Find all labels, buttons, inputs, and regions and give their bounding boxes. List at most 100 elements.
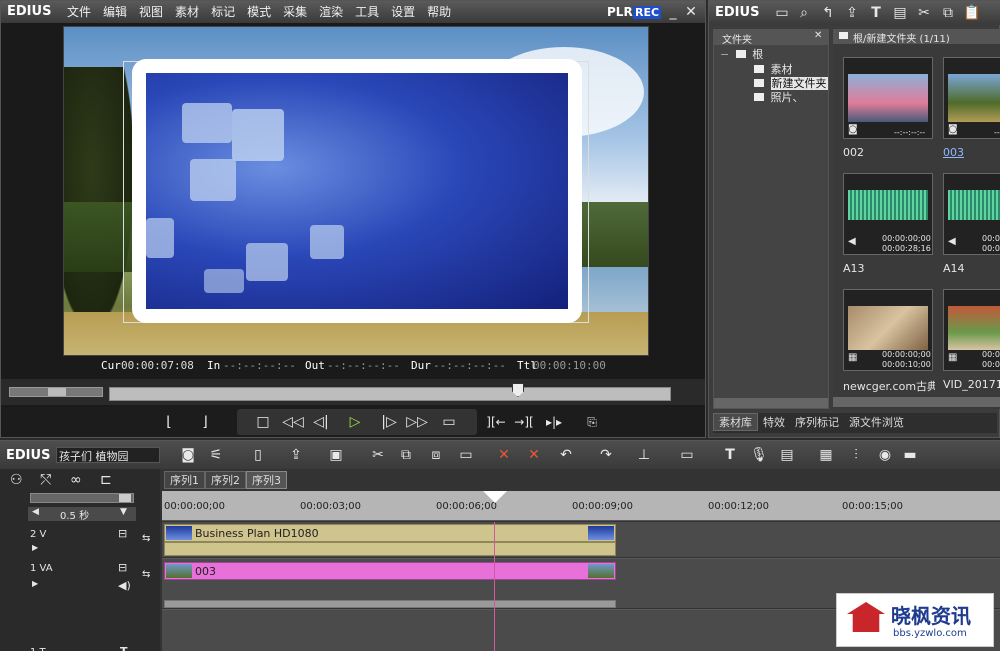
new-icon[interactable]: ▯ xyxy=(248,446,268,464)
title-icon[interactable]: T xyxy=(720,446,740,464)
colorbar-icon[interactable]: ▤ xyxy=(891,4,909,22)
loop-icon[interactable]: ▭ xyxy=(439,412,459,432)
mixer-icon[interactable]: ⚟ xyxy=(206,446,226,464)
camera-icon[interactable]: ◙ xyxy=(178,446,198,464)
mode-icon[interactable]: ⚇ xyxy=(10,472,23,488)
track-1va-speaker-icon[interactable]: ◀) xyxy=(118,579,131,592)
jog-handle[interactable] xyxy=(48,388,66,396)
clip-thumb[interactable]: ▦ 00:00:00;00 00:00:10;00 xyxy=(843,289,933,371)
zoom-handle[interactable] xyxy=(119,494,131,502)
ripple-icon[interactable]: ⊏ xyxy=(100,472,112,488)
copy-icon[interactable]: ⧉ xyxy=(939,4,957,22)
track-2v-sync-icon[interactable]: ⇆ xyxy=(142,533,150,544)
folder-close-icon[interactable]: ✕ xyxy=(814,30,822,41)
paste-icon[interactable]: ⧈ xyxy=(426,446,446,464)
tab-sequence-2[interactable]: 序列2 xyxy=(205,471,246,489)
cut-icon[interactable]: ✂ xyxy=(368,446,388,464)
clip-business-plan[interactable]: Business Plan HD1080 xyxy=(164,524,616,542)
play-icon[interactable]: ▷ xyxy=(345,412,365,432)
rewind-icon[interactable]: ◁◁ xyxy=(281,412,305,432)
scale-dropdown-icon[interactable]: ▼ xyxy=(120,507,127,517)
tab-sequence-markers[interactable]: 序列标记 xyxy=(790,414,844,432)
menu-mode[interactable]: 模式 xyxy=(241,1,277,23)
set-in-icon[interactable]: ⌊ xyxy=(159,413,179,431)
tab-sequence-1[interactable]: 序列1 xyxy=(164,471,205,489)
undo-icon[interactable]: ↶ xyxy=(556,446,576,464)
clip-thumb[interactable]: ◙ --:--:--:-- xyxy=(943,57,1000,139)
tab-sequence-3[interactable]: 序列3 xyxy=(246,471,287,489)
render-icon[interactable]: ▦ xyxy=(816,446,836,464)
menu-file[interactable]: 文件 xyxy=(61,1,97,23)
menu-render[interactable]: 渲染 xyxy=(313,1,349,23)
fast-forward-icon[interactable]: ▷▷ xyxy=(405,412,429,432)
collapse-icon[interactable]: − xyxy=(720,48,729,61)
track-1va-lock-icon[interactable]: ⊟ xyxy=(118,561,127,574)
menu-capture[interactable]: 采集 xyxy=(277,1,313,23)
export-icon[interactable]: ⎘ xyxy=(581,412,603,432)
link-icon[interactable]: ∞ xyxy=(70,472,82,488)
clip-scrollbar[interactable] xyxy=(833,397,1000,407)
paste-icon[interactable]: 📋 xyxy=(963,4,981,22)
ripple-delete-icon[interactable]: ✕ xyxy=(524,446,544,464)
track-2v-lock-icon[interactable]: ⊟ xyxy=(118,527,127,540)
search-icon[interactable]: ⌕ xyxy=(795,4,813,22)
redo-icon[interactable]: ↷ xyxy=(596,446,616,464)
mic-icon[interactable]: 🎙 xyxy=(750,446,768,464)
export-icon[interactable]: ▤ xyxy=(776,446,798,464)
menu-view[interactable]: 视图 xyxy=(133,1,169,23)
track-1va-expand-icon[interactable]: ▶ xyxy=(32,579,38,588)
track-2v-expand-icon[interactable]: ▶ xyxy=(32,543,38,552)
delete-icon[interactable]: ✕ xyxy=(494,446,514,464)
up-folder-icon[interactable]: ↰ xyxy=(819,4,837,22)
sync-icon[interactable]: ⤲ xyxy=(40,472,51,488)
clip-thumb[interactable]: ◙ --:--:--:-- xyxy=(843,57,933,139)
clip-003[interactable]: 003 xyxy=(164,562,616,580)
scale-left-icon[interactable]: ◀ xyxy=(32,507,39,517)
set-out-icon[interactable]: ⌋ xyxy=(195,413,215,431)
clip-thumb[interactable]: ◀ 00:00:00;00 00:00: xyxy=(943,173,1000,255)
tree-item-root[interactable]: − 根 xyxy=(720,46,763,62)
clip-003-audio[interactable] xyxy=(164,600,616,608)
layout-icon[interactable]: ▬ xyxy=(900,446,920,464)
title-icon[interactable]: T xyxy=(867,4,885,22)
track-1va-sync-icon[interactable]: ⇆ xyxy=(142,569,150,580)
stop-icon[interactable]: □ xyxy=(253,412,273,432)
tree-scrollbar[interactable] xyxy=(714,398,828,408)
tab-source-browser[interactable]: 源文件浏览 xyxy=(844,414,909,432)
transition-icon[interactable]: ▭ xyxy=(676,446,698,464)
insert-icon[interactable]: ][← xyxy=(485,412,507,432)
video-preview[interactable] xyxy=(63,26,649,356)
step-back-icon[interactable]: ◁| xyxy=(311,412,331,432)
rec-toggle[interactable]: REC xyxy=(633,6,662,19)
clip-thumb[interactable]: ◀ 00:00:00;00 00:00:28;16 xyxy=(843,173,933,255)
menu-settings[interactable]: 设置 xyxy=(385,1,421,23)
replace-icon[interactable]: ▭ xyxy=(456,446,476,464)
import-icon[interactable]: ⇪ xyxy=(843,4,861,22)
overwrite-icon[interactable]: →][ xyxy=(513,412,535,432)
tab-bin[interactable]: 素材库 xyxy=(713,413,758,431)
audio-mixer-icon[interactable]: ⫶ xyxy=(846,446,866,464)
minimize-icon[interactable]: _ xyxy=(665,3,681,21)
trim-icon[interactable]: ▸|▸ xyxy=(543,412,565,432)
open-icon[interactable]: ⇪ xyxy=(286,446,306,464)
save-icon[interactable]: ▣ xyxy=(326,446,346,464)
zoom-slider[interactable] xyxy=(30,493,134,503)
color-icon[interactable]: ◉ xyxy=(876,446,894,464)
menu-marker[interactable]: 标记 xyxy=(205,1,241,23)
clip-thumb[interactable]: ▦ 00:00:00;00 00:00: xyxy=(943,289,1000,371)
menu-tools[interactable]: 工具 xyxy=(349,1,385,23)
track-1t-title-icon[interactable]: T xyxy=(120,645,128,651)
tree-item-photos[interactable]: 照片、 xyxy=(754,89,804,105)
cut-icon[interactable]: ✂ xyxy=(915,4,933,22)
folder-icon[interactable]: ▭ xyxy=(773,4,791,22)
step-forward-icon[interactable]: |▷ xyxy=(379,412,399,432)
copy-icon[interactable]: ⧉ xyxy=(396,446,416,464)
plr-toggle[interactable]: PLR xyxy=(607,5,633,19)
menu-help[interactable]: 帮助 xyxy=(421,1,457,23)
jog-slider[interactable] xyxy=(9,387,103,397)
menu-edit[interactable]: 编辑 xyxy=(97,1,133,23)
menu-clip[interactable]: 素材 xyxy=(169,1,205,23)
close-icon[interactable]: ✕ xyxy=(683,3,699,21)
add-marker-icon[interactable]: ⊥ xyxy=(634,446,654,464)
position-bar[interactable] xyxy=(109,387,671,401)
